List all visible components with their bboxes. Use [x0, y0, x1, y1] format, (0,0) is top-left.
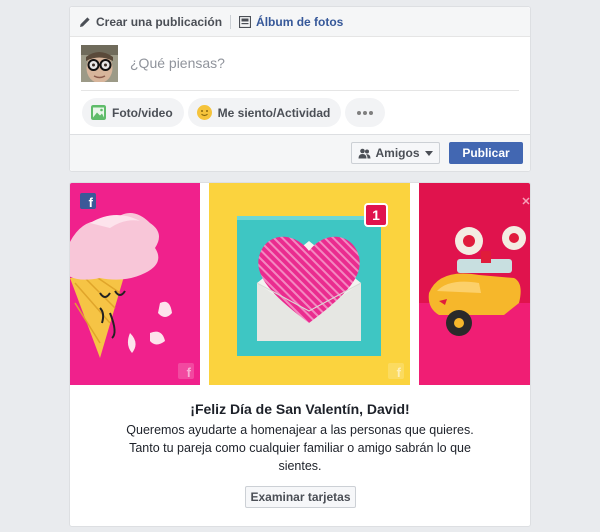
card-preview-ice-cream[interactable]: f f: [70, 183, 200, 385]
valentine-card: f f f 1 ¡Feliz Día de San Valentín, Davi…: [69, 182, 531, 527]
tab-photo-album[interactable]: Álbum de fotos: [239, 15, 343, 29]
photo-video-button[interactable]: Foto/video: [82, 98, 184, 127]
audience-label: Amigos: [375, 146, 420, 160]
composer-card: Crear una publicación Álbum de fotos ¿Qu…: [69, 6, 531, 172]
feeling-activity-button[interactable]: Me siento/Actividad: [187, 98, 342, 127]
friends-icon: [358, 148, 371, 158]
facebook-watermark-icon: f: [388, 363, 404, 379]
tab-create-post[interactable]: Crear una publicación: [79, 15, 222, 29]
notification-badge: 1: [364, 203, 388, 227]
audience-selector[interactable]: Amigos: [351, 142, 440, 164]
feeling-activity-label: Me siento/Actividad: [217, 105, 331, 120]
chevron-down-icon: [424, 150, 433, 156]
facebook-icon: f: [80, 193, 96, 209]
composer-actions: Foto/video Me siento/Actividad: [82, 98, 386, 127]
more-dots-icon: [357, 110, 374, 115]
scooter-illustration: [419, 197, 530, 385]
tab-divider: [230, 14, 232, 29]
facebook-watermark-icon: f: [178, 363, 194, 379]
card-preview-scooter[interactable]: [419, 183, 530, 385]
composer-body: ¿Qué piensas?: [70, 37, 530, 91]
composer-footer: Amigos Publicar: [70, 134, 530, 171]
pencil-icon: [80, 16, 90, 27]
facebook-watermark-letter: f: [186, 365, 191, 380]
more-options-button[interactable]: [345, 98, 386, 127]
smiley-icon: [196, 105, 212, 120]
divider: [81, 90, 519, 91]
facebook-icon-letter: f: [88, 195, 93, 210]
avatar[interactable]: [81, 45, 118, 82]
tab-create-post-label: Crear una publicación: [96, 14, 223, 29]
status-input[interactable]: ¿Qué piensas?: [130, 55, 225, 71]
photo-icon: [91, 105, 106, 120]
valentine-description: Queremos ayudarte a homenajear a las per…: [126, 423, 474, 473]
composer-tabs: Crear una publicación Álbum de fotos: [70, 7, 530, 37]
publish-button[interactable]: Publicar: [449, 142, 523, 164]
card-previews: f f f 1: [70, 183, 530, 385]
valentine-title: ¡Feliz Día de San Valentín, David!: [190, 401, 410, 417]
photo-album-icon: [239, 15, 252, 28]
photo-video-label: Foto/video: [112, 105, 173, 120]
ice-cream-illustration: [70, 213, 172, 358]
facebook-watermark-letter: f: [396, 365, 401, 380]
tab-photo-album-label: Álbum de fotos: [256, 14, 344, 29]
browse-cards-button[interactable]: Examinar tarjetas: [245, 486, 356, 508]
user-photo: [81, 45, 118, 82]
